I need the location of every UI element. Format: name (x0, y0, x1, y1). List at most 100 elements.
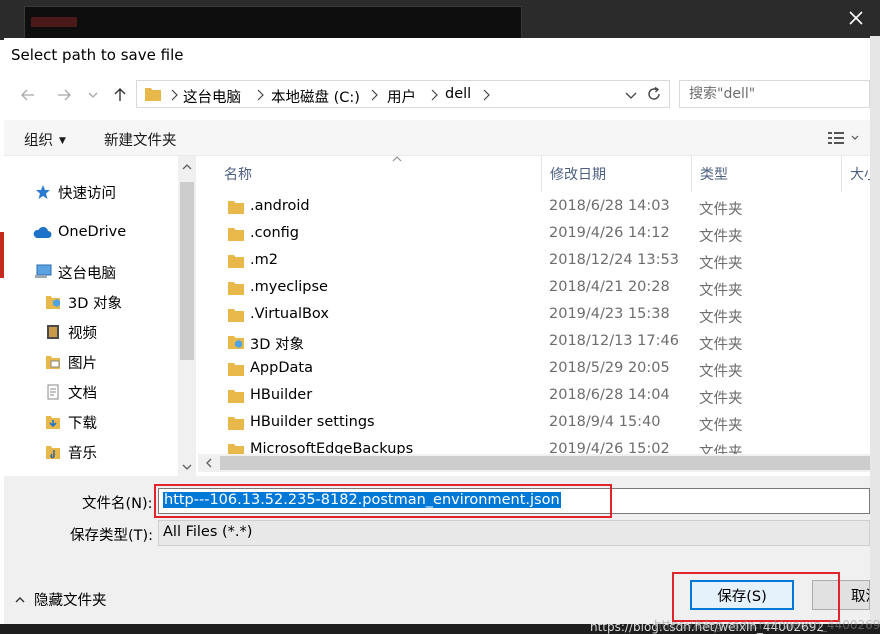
breadcrumb-local-disk[interactable]: 本地磁盘 (C:) (271, 86, 360, 107)
file-date: 2018/6/28 14:04 (549, 387, 670, 403)
column-header-date[interactable]: 修改日期 (542, 156, 692, 192)
chevron-right-icon (483, 89, 490, 101)
scroll-down-icon[interactable] (181, 462, 193, 472)
column-header-size[interactable]: 大小 (842, 156, 870, 192)
file-name: .VirtualBox (250, 306, 329, 322)
recent-locations-button[interactable] (84, 82, 102, 108)
dialog-title: Select path to save file (11, 46, 184, 64)
file-type: 文件夹 (699, 418, 743, 434)
refresh-button[interactable] (644, 82, 664, 106)
cloud-icon (32, 223, 52, 241)
hide-folders-toggle[interactable]: 隐藏文件夹 (14, 589, 107, 610)
toolbar: 组织 ▼ 新建文件夹 (4, 120, 870, 156)
forward-button[interactable] (52, 82, 76, 108)
background-thumbnail (24, 6, 522, 40)
folder-icon (228, 282, 244, 295)
cancel-button[interactable]: 取消 (812, 580, 870, 610)
nav-scrollbar[interactable] (178, 156, 196, 476)
file-row[interactable]: AppData 2018/5/29 20:05 文件夹 (198, 356, 870, 383)
scroll-up-icon[interactable] (181, 162, 193, 172)
file-type: 文件夹 (699, 337, 743, 353)
folder-icon (228, 363, 244, 376)
nav-label: 图片 (68, 355, 97, 372)
file-name: HBuilder (250, 387, 313, 403)
file-date: 2018/4/21 20:28 (549, 279, 670, 295)
file-type: 文件夹 (699, 391, 743, 407)
file-row[interactable]: 3D 对象 2018/12/13 17:46 文件夹 (198, 329, 870, 356)
file-list: 名称 修改日期 类型 大小 .android 2018/6/28 14:03 文… (198, 156, 870, 476)
pictures-icon (44, 353, 62, 371)
save-dialog: Select path to save file 这台电脑 本地磁盘 (C:) … (4, 38, 880, 632)
file-date: 2018/12/13 17:46 (549, 333, 679, 349)
view-options-icon[interactable] (826, 129, 866, 147)
documents-icon (44, 383, 62, 401)
caret-up-icon (15, 596, 25, 602)
horizontal-scroll-thumb[interactable] (220, 456, 870, 470)
caret-down-icon: ▼ (59, 136, 66, 146)
file-row[interactable]: HBuilder settings 2018/9/4 15:40 文件夹 (198, 410, 870, 437)
address-bar[interactable]: 这台电脑 本地磁盘 (C:) 用户 dell (136, 80, 670, 108)
address-dropdown-icon[interactable] (623, 87, 639, 103)
file-row[interactable]: .m2 2018/12/24 13:53 文件夹 (198, 248, 870, 275)
horizontal-scrollbar[interactable] (198, 454, 870, 472)
breadcrumb-users[interactable]: 用户 (387, 86, 416, 107)
nav-label: OneDrive (58, 224, 127, 240)
nav-scroll-thumb[interactable] (180, 182, 194, 360)
folder-icon (228, 201, 244, 214)
file-rows: .android 2018/6/28 14:03 文件夹 .config 201… (198, 194, 870, 456)
file-date: 2018/12/24 13:53 (549, 252, 679, 268)
3d-objects-icon (228, 336, 244, 349)
folder-icon (228, 309, 244, 322)
chevron-down-icon (88, 92, 98, 98)
file-name: .myeclipse (250, 279, 328, 295)
file-row[interactable]: .android 2018/6/28 14:03 文件夹 (198, 194, 870, 221)
file-type: 文件夹 (699, 256, 743, 272)
chevron-right-icon (171, 89, 178, 101)
breadcrumb-this-pc[interactable]: 这台电脑 (183, 86, 241, 107)
file-name: .config (250, 225, 299, 241)
search-input[interactable] (680, 81, 860, 107)
file-row[interactable]: HBuilder 2018/6/28 14:04 文件夹 (198, 383, 870, 410)
nav-label: 文档 (68, 385, 97, 402)
file-name: .m2 (250, 252, 278, 268)
file-row[interactable]: .myeclipse 2018/4/21 20:28 文件夹 (198, 275, 870, 302)
hide-folders-label: 隐藏文件夹 (34, 593, 107, 609)
chevron-right-icon (257, 89, 264, 101)
arrow-up-icon (114, 88, 126, 101)
refresh-icon (648, 86, 660, 100)
filename-input[interactable]: http---106.13.52.235-8182.postman_enviro… (158, 488, 870, 514)
chevron-right-icon (371, 89, 378, 101)
column-header-name[interactable]: 名称 (216, 156, 542, 192)
save-button[interactable]: 保存(S) (690, 580, 794, 610)
folder-icon (228, 255, 244, 268)
file-name: .android (250, 198, 310, 214)
file-row[interactable]: .VirtualBox 2019/4/23 15:38 文件夹 (198, 302, 870, 329)
chevron-right-icon (431, 89, 438, 101)
file-name: HBuilder settings (250, 414, 375, 430)
scroll-left-icon[interactable] (204, 457, 214, 469)
column-header-type[interactable]: 类型 (692, 156, 842, 192)
filename-label: 文件名(N): (82, 496, 153, 512)
breadcrumb-dell[interactable]: dell (445, 86, 471, 102)
new-folder-button[interactable]: 新建文件夹 (104, 129, 177, 150)
nav-label: 下载 (68, 415, 97, 432)
filetype-select[interactable]: All Files (*.*) (158, 520, 870, 546)
folder-icon (228, 228, 244, 241)
navigation-pane: 快速访问 OneDrive 这台电脑 3D 对象 视频 图片 文档 下载 音乐 (4, 156, 198, 476)
column-name-label: 名称 (224, 167, 252, 183)
back-button[interactable] (16, 82, 40, 108)
filename-value: http---106.13.52.235-8182.postman_enviro… (163, 492, 561, 508)
background-window (0, 0, 880, 40)
organize-label: 组织 (24, 133, 53, 149)
search-box[interactable] (679, 80, 870, 108)
filetype-label: 保存类型(T): (70, 528, 154, 544)
organize-button[interactable]: 组织 ▼ (24, 129, 66, 150)
file-name: 3D 对象 (250, 337, 304, 353)
up-button[interactable] (108, 82, 132, 108)
close-button[interactable] (832, 0, 880, 36)
arrow-left-icon (21, 89, 34, 101)
arrow-right-icon (58, 89, 71, 101)
file-date: 2018/5/29 20:05 (549, 360, 670, 376)
file-date: 2018/9/4 15:40 (549, 414, 661, 430)
file-row[interactable]: .config 2019/4/26 14:12 文件夹 (198, 221, 870, 248)
